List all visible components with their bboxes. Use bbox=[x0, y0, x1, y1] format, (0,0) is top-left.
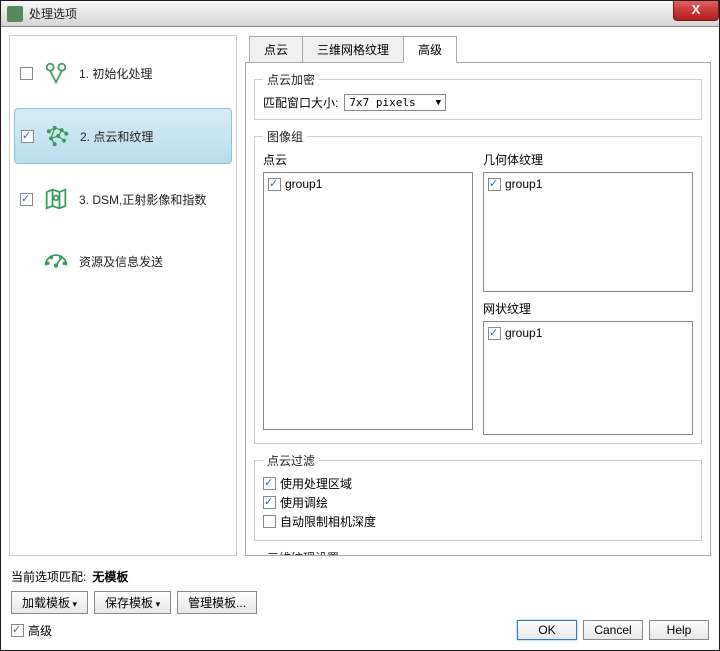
step-dsm-checkbox[interactable] bbox=[20, 193, 33, 206]
list-item[interactable]: group1 bbox=[488, 326, 688, 340]
step-initial[interactable]: 1. 初始化处理 bbox=[14, 46, 232, 100]
content-area: 1. 初始化处理 2. 点云和纹理 3. DSM,正射影像和指数 bbox=[1, 27, 719, 564]
texture-group: 三维纹理设置 采样密度分配: ▲▼ bbox=[254, 549, 702, 556]
chevron-down-icon: ▼ bbox=[436, 98, 441, 108]
filter-opt1-label: 使用处理区域 bbox=[280, 475, 352, 492]
ok-button[interactable]: OK bbox=[517, 620, 577, 640]
filter-opt3-checkbox[interactable] bbox=[263, 515, 276, 528]
step-dsm[interactable]: 3. DSM,正射影像和指数 bbox=[14, 172, 232, 226]
group1-mesh-label: group1 bbox=[505, 326, 542, 340]
densify-group: 点云加密 匹配窗口大小: 7x7 pixels ▼ bbox=[254, 71, 702, 120]
step-resources[interactable]: 资源及信息发送 bbox=[14, 234, 232, 288]
help-button[interactable]: Help bbox=[649, 620, 709, 640]
camera-icon bbox=[41, 58, 71, 88]
match-window-value: 7x7 pixels bbox=[349, 96, 415, 109]
pointcloud-listbox[interactable]: group1 bbox=[263, 172, 473, 430]
advanced-label: 高级 bbox=[28, 622, 52, 639]
filter-opt2-label: 使用调绘 bbox=[280, 494, 328, 511]
texture-legend: 三维纹理设置 bbox=[263, 549, 343, 556]
mesh-listbox[interactable]: group1 bbox=[483, 321, 693, 435]
filter-group: 点云过滤 使用处理区域 使用调绘 自动限制相机深度 bbox=[254, 452, 702, 541]
match-window-label: 匹配窗口大小: bbox=[263, 94, 338, 111]
app-icon bbox=[7, 6, 23, 22]
steps-panel: 1. 初始化处理 2. 点云和纹理 3. DSM,正射影像和指数 bbox=[9, 35, 237, 556]
tab-mesh[interactable]: 三维网格纹理 bbox=[302, 36, 404, 63]
step-resources-label: 资源及信息发送 bbox=[79, 253, 163, 270]
save-template-button[interactable]: 保存模板 bbox=[94, 591, 171, 614]
tabstrip: 点云 三维网格纹理 高级 bbox=[245, 35, 711, 62]
imagegroups-group: 图像组 点云 group1 bbox=[254, 128, 702, 444]
pointcloud-col-label: 点云 bbox=[263, 151, 473, 168]
right-panel: 点云 三维网格纹理 高级 点云加密 匹配窗口大小: 7x7 pixels ▼ bbox=[245, 35, 711, 556]
map-icon bbox=[41, 184, 71, 214]
step-initial-checkbox[interactable] bbox=[20, 67, 33, 80]
window-title: 处理选项 bbox=[29, 5, 77, 22]
step-initial-label: 1. 初始化处理 bbox=[79, 65, 152, 82]
mesh-col-label: 网状纹理 bbox=[483, 300, 693, 317]
tab-advanced[interactable]: 高级 bbox=[403, 36, 457, 63]
imagegroups-legend: 图像组 bbox=[263, 128, 307, 145]
pointcloud-icon bbox=[42, 121, 72, 151]
tab-content: 点云加密 匹配窗口大小: 7x7 pixels ▼ 图像组 点云 bbox=[245, 62, 711, 556]
match-window-select[interactable]: 7x7 pixels ▼ bbox=[344, 94, 446, 111]
group1-pc-label: group1 bbox=[285, 177, 322, 191]
filter-opt2-row[interactable]: 使用调绘 bbox=[263, 494, 693, 511]
step-dsm-label: 3. DSM,正射影像和指数 bbox=[79, 191, 206, 208]
step-pointcloud-label: 2. 点云和纹理 bbox=[80, 128, 153, 145]
step-pointcloud-checkbox[interactable] bbox=[21, 130, 34, 143]
gauge-icon bbox=[41, 246, 71, 276]
load-template-button[interactable]: 加载模板 bbox=[11, 591, 88, 614]
current-template-value: 无模板 bbox=[92, 568, 128, 585]
geometry-col-label: 几何体纹理 bbox=[483, 151, 693, 168]
list-item[interactable]: group1 bbox=[488, 177, 688, 191]
densify-legend: 点云加密 bbox=[263, 71, 319, 88]
list-item[interactable]: group1 bbox=[268, 177, 468, 191]
titlebar[interactable]: 处理选项 X bbox=[1, 1, 719, 27]
geometry-listbox[interactable]: group1 bbox=[483, 172, 693, 292]
group1-geo-label: group1 bbox=[505, 177, 542, 191]
filter-opt1-checkbox[interactable] bbox=[263, 477, 276, 490]
filter-opt2-checkbox[interactable] bbox=[263, 496, 276, 509]
filter-opt3-row[interactable]: 自动限制相机深度 bbox=[263, 513, 693, 530]
manage-template-button[interactable]: 管理模板... bbox=[177, 591, 257, 614]
close-button[interactable]: X bbox=[673, 1, 719, 21]
filter-legend: 点云过滤 bbox=[263, 452, 319, 469]
step-pointcloud[interactable]: 2. 点云和纹理 bbox=[14, 108, 232, 164]
group1-mesh-checkbox[interactable] bbox=[488, 327, 501, 340]
advanced-checkbox[interactable] bbox=[11, 624, 24, 637]
dialog-window: 处理选项 X 1. 初始化处理 2. 点云和纹理 bbox=[0, 0, 720, 651]
cancel-button[interactable]: Cancel bbox=[583, 620, 643, 640]
filter-opt1-row[interactable]: 使用处理区域 bbox=[263, 475, 693, 492]
group1-geo-checkbox[interactable] bbox=[488, 178, 501, 191]
footer: 当前选项匹配: 无模板 加载模板 保存模板 管理模板... 高级 OK Canc… bbox=[1, 564, 719, 650]
current-template-label: 当前选项匹配: bbox=[11, 568, 86, 585]
filter-opt3-label: 自动限制相机深度 bbox=[280, 513, 376, 530]
group1-pc-checkbox[interactable] bbox=[268, 178, 281, 191]
tab-pointcloud[interactable]: 点云 bbox=[249, 36, 303, 63]
